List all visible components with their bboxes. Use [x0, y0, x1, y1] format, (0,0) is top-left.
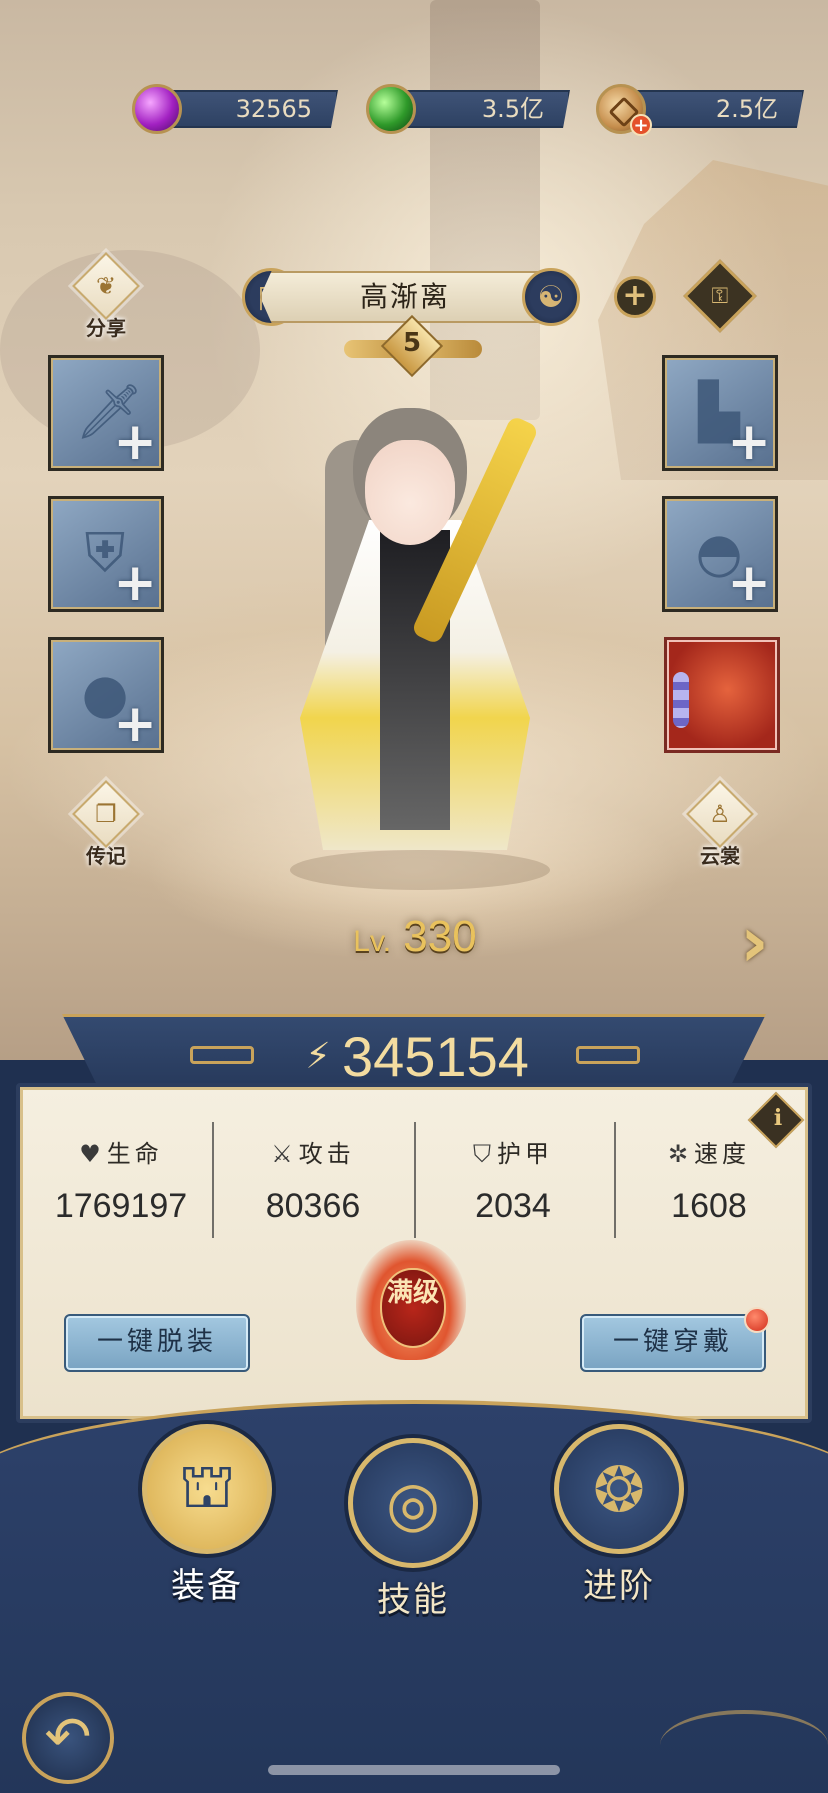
add-equipment-icon: +: [727, 412, 771, 472]
add-equipment-icon: +: [727, 553, 771, 613]
banner-ornament-left: [190, 1046, 254, 1064]
currency-green-jade[interactable]: 3.5亿: [366, 84, 570, 134]
add-currency-icon[interactable]: +: [630, 114, 652, 136]
heart-icon: ♥: [79, 1140, 101, 1168]
tab-skills[interactable]: ◎ 技能: [348, 1438, 478, 1621]
swirl-skill-icon: ◎: [348, 1438, 478, 1568]
unequip-all-button[interactable]: 一键脱装: [64, 1314, 250, 1372]
phoenix-advance-icon: ❂: [554, 1424, 684, 1554]
level-prefix: Lv.: [353, 925, 392, 958]
equip-all-button[interactable]: 一键穿戴: [580, 1314, 766, 1372]
equip-slot-talisman[interactable]: [664, 637, 780, 753]
crossed-swords-icon: ⚔: [271, 1140, 293, 1168]
shield-icon: ⛉: [473, 1140, 491, 1168]
equip-slot-armor[interactable]: ⛨ +: [48, 496, 164, 612]
add-equipment-icon: +: [113, 412, 157, 472]
info-icon: i: [773, 1104, 783, 1131]
tab-equipment[interactable]: ⛫ 装备: [142, 1424, 272, 1607]
stat-speed: ✲ 速度 1608: [614, 1134, 804, 1226]
outfit-button[interactable]: ♙ 云裳: [680, 780, 760, 869]
next-hero-arrow-icon[interactable]: ›: [740, 902, 780, 982]
swirl-speed-icon: ✲: [667, 1140, 689, 1168]
chain-icon: [673, 672, 689, 728]
stat-armor: ⛉ 护甲 2034: [418, 1134, 608, 1226]
purple-gem-icon: [132, 84, 182, 134]
stat-divider: [212, 1122, 214, 1238]
hero-name: 高渐离: [260, 271, 550, 323]
cloud-ornament: [660, 1710, 828, 1780]
hero-character-art[interactable]: [230, 380, 610, 900]
tab-advance-label: 进阶: [583, 1566, 655, 1606]
equip-slot-helmet[interactable]: ◓ +: [662, 496, 778, 612]
add-hero-button[interactable]: +: [614, 276, 656, 318]
hero-level: Lv. 330: [300, 912, 530, 962]
stat-label: 攻击: [298, 1140, 355, 1168]
banner-ornament-right: [576, 1046, 640, 1064]
currency-copper-coin[interactable]: 2.5亿 +: [596, 84, 804, 136]
tab-skills-label: 技能: [377, 1580, 449, 1620]
share-wing-icon: ❦: [72, 252, 140, 320]
share-button[interactable]: ❦ 分享: [66, 252, 146, 341]
stat-label: 护甲: [497, 1140, 553, 1168]
add-equipment-icon: +: [113, 553, 157, 613]
helmet-tab-icon: ⛫: [142, 1424, 272, 1554]
equip-slot-weapon[interactable]: 🗡 +: [48, 355, 164, 471]
home-indicator[interactable]: [268, 1765, 560, 1775]
taiji-icon[interactable]: ☯: [522, 268, 580, 326]
stat-hp: ♥ 生命 1769197: [26, 1134, 216, 1226]
green-jade-icon: [366, 84, 416, 134]
hero-head: [365, 440, 455, 545]
level-value: 330: [403, 912, 477, 961]
tab-equipment-label: 装备: [171, 1566, 243, 1606]
currency-value: 3.5亿: [396, 90, 570, 128]
tab-advance[interactable]: ❂ 进阶: [554, 1424, 684, 1607]
stat-label: 速度: [694, 1140, 751, 1168]
notification-dot: [744, 1307, 770, 1333]
hero-shadow: [290, 850, 550, 890]
currency-value: 32565: [162, 90, 338, 128]
stat-attack: ⚔ 攻击 80366: [218, 1134, 408, 1226]
stat-value: 1608: [671, 1187, 747, 1225]
maxed-badge: 满级: [350, 1220, 474, 1370]
outfit-icon: ♙: [686, 780, 754, 848]
star-level-value: 5: [402, 328, 422, 358]
currency-value: 2.5亿: [626, 90, 804, 128]
equip-slot-gourd[interactable]: ● +: [48, 637, 164, 753]
currency-purple-gem[interactable]: 32565: [132, 84, 338, 134]
equip-slot-boots[interactable]: ▙ +: [662, 355, 778, 471]
stat-value: 1769197: [54, 1187, 188, 1225]
combat-power-value: 345154: [342, 1025, 529, 1088]
add-equipment-icon: +: [113, 694, 157, 754]
stat-label: 生命: [106, 1140, 163, 1168]
maxed-seal: 满级: [380, 1268, 446, 1348]
biography-button[interactable]: ❐ 传记: [66, 780, 146, 869]
back-arrow-icon[interactable]: ↶: [22, 1692, 114, 1784]
book-icon: ❐: [72, 780, 140, 848]
